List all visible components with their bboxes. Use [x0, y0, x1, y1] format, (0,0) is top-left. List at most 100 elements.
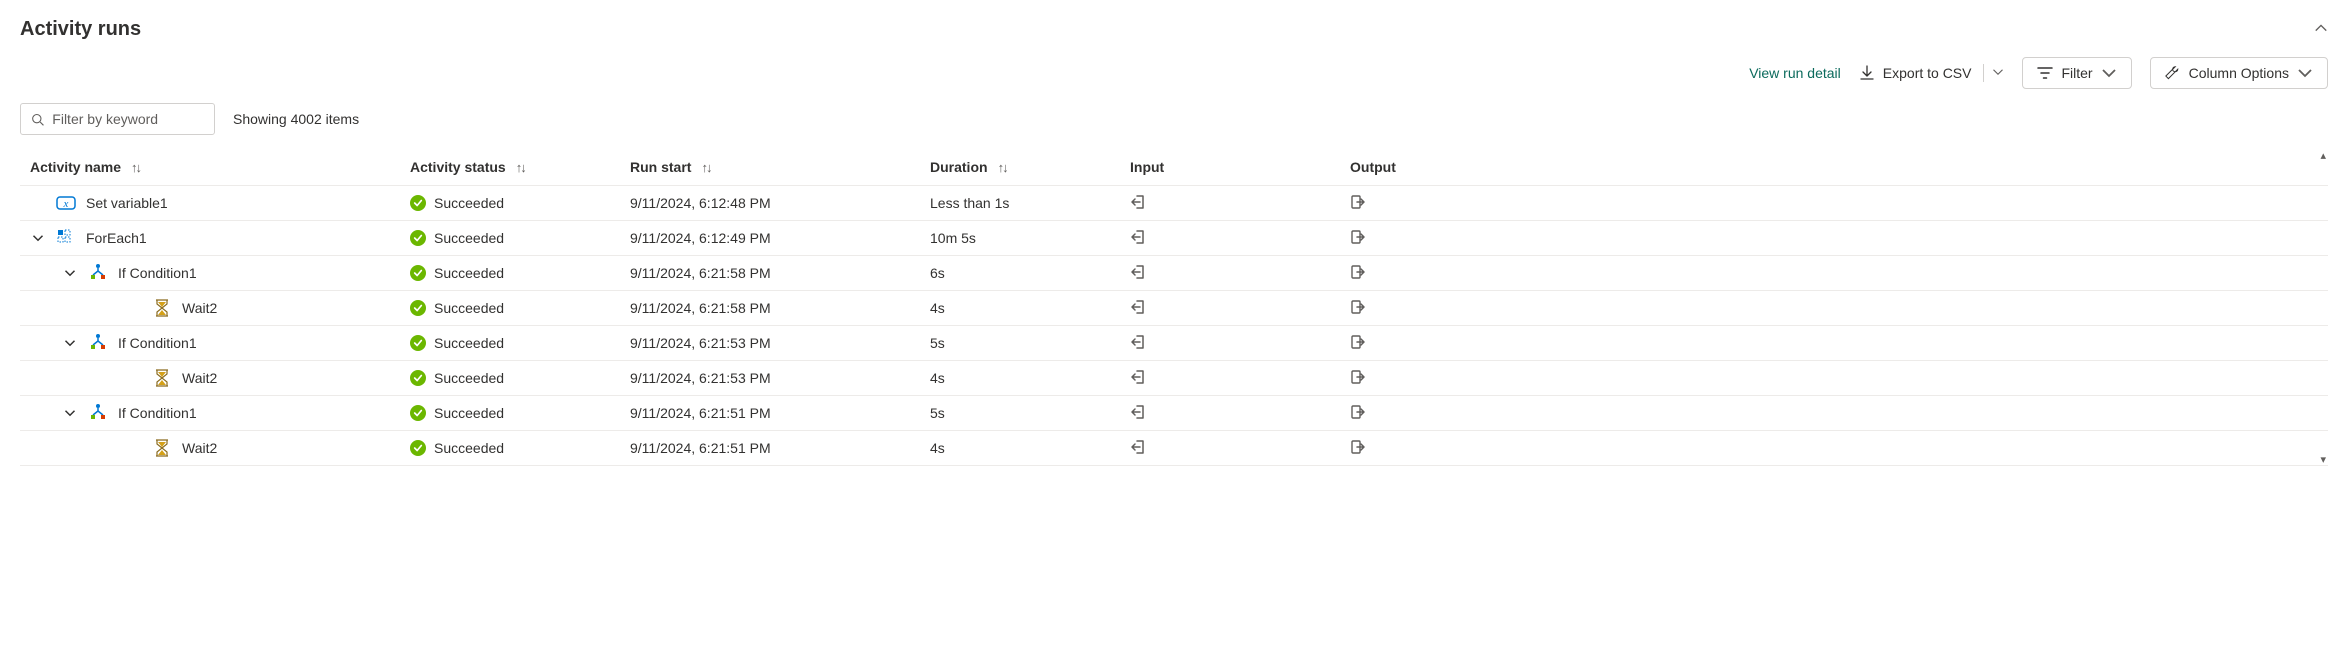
duration: 4s — [930, 370, 945, 386]
input-icon[interactable] — [1130, 229, 1146, 248]
expand-toggle-icon[interactable] — [62, 407, 78, 419]
scroll-down-icon[interactable]: ▾ — [2320, 453, 2326, 466]
table-row[interactable]: If Condition1Succeeded9/11/2024, 6:21:53… — [20, 326, 2328, 361]
run-start: 9/11/2024, 6:12:48 PM — [630, 195, 771, 211]
table-row[interactable]: ForEach1Succeeded9/11/2024, 6:12:49 PM10… — [20, 221, 2328, 256]
activity-name: If Condition1 — [118, 405, 197, 421]
variable-icon — [56, 193, 76, 213]
col-activity-name[interactable]: Activity name — [30, 159, 121, 175]
duration: 10m 5s — [930, 230, 976, 246]
success-icon — [410, 440, 426, 456]
col-output[interactable]: Output — [1350, 159, 1396, 175]
download-icon — [1859, 65, 1875, 81]
sort-icon[interactable]: ↑↓ — [131, 160, 140, 175]
col-duration[interactable]: Duration — [930, 159, 988, 175]
input-icon[interactable] — [1130, 439, 1146, 458]
input-icon[interactable] — [1130, 194, 1146, 213]
input-icon[interactable] — [1130, 299, 1146, 318]
output-icon[interactable] — [1350, 264, 1366, 283]
table-row[interactable]: If Condition1 Succeeded 9/11/2024, 6:21:51… — [20, 396, 2328, 431]
input-icon[interactable] — [1130, 334, 1146, 353]
filter-keyword-input[interactable] — [50, 110, 204, 128]
success-icon — [410, 370, 426, 386]
run-start: 9/11/2024, 6:21:58 PM — [630, 300, 771, 316]
view-run-detail-link[interactable]: View run detail — [1749, 65, 1841, 81]
status-text: Succeeded — [434, 405, 504, 421]
sort-icon[interactable]: ↑↓ — [701, 160, 710, 175]
item-count-label: Showing 4002 items — [233, 111, 359, 127]
input-icon[interactable] — [1130, 369, 1146, 388]
table-row[interactable]: Wait2 Succeeded 9/11/2024, 6:21:51 PM 4s — [20, 431, 2328, 466]
status-text: Succeeded — [434, 265, 504, 281]
input-icon[interactable] — [1130, 404, 1146, 423]
output-icon[interactable] — [1350, 404, 1366, 423]
foreach-icon — [56, 228, 76, 248]
table-row[interactable]: Wait2Succeeded9/11/2024, 6:21:58 PM4s — [20, 291, 2328, 326]
table-header: Activity name ↑↓ Activity status ↑↓ Run … — [20, 149, 2328, 186]
wrench-icon — [2165, 65, 2181, 81]
output-icon[interactable] — [1350, 334, 1366, 353]
activity-name: Set variable1 — [86, 195, 168, 211]
chevron-down-icon — [2101, 65, 2117, 81]
filter-icon — [2037, 65, 2053, 81]
col-input[interactable]: Input — [1130, 159, 1164, 175]
success-icon — [410, 335, 426, 351]
sort-icon[interactable]: ↑↓ — [998, 160, 1007, 175]
status-text: Succeeded — [434, 335, 504, 351]
if-condition-icon — [88, 333, 108, 353]
table-body: Set variable1 Succeeded 9/11/2024, 6:12:48… — [20, 186, 2328, 466]
scroll-up-icon[interactable]: ▴ — [2320, 149, 2326, 162]
run-start: 9/11/2024, 6:21:58 PM — [630, 265, 771, 281]
status-text: Succeeded — [434, 195, 504, 211]
success-icon — [410, 405, 426, 421]
activity-name: If Condition1 — [118, 265, 197, 281]
export-dropdown-chevron-icon[interactable] — [1992, 66, 2004, 81]
table-row[interactable]: If Condition1 Succeeded 9/11/2024, 6:21:58… — [20, 256, 2328, 291]
wait-icon — [152, 368, 172, 388]
success-icon — [410, 265, 426, 281]
output-icon[interactable] — [1350, 229, 1366, 248]
col-run-start[interactable]: Run start — [630, 159, 691, 175]
collapse-panel-icon[interactable] — [2314, 21, 2328, 38]
expand-toggle-icon[interactable] — [62, 337, 78, 349]
activity-name: Wait2 — [182, 440, 217, 456]
run-start: 9/11/2024, 6:21:53 PM — [630, 335, 771, 351]
run-start: 9/11/2024, 6:21:51 PM — [630, 405, 771, 421]
success-icon — [410, 195, 426, 211]
run-start: 9/11/2024, 6:21:51 PM — [630, 440, 771, 456]
duration: 4s — [930, 440, 945, 456]
output-icon[interactable] — [1350, 439, 1366, 458]
status-text: Succeeded — [434, 370, 504, 386]
export-to-csv-label: Export to CSV — [1883, 65, 1972, 81]
if-condition-icon — [88, 403, 108, 423]
output-icon[interactable] — [1350, 369, 1366, 388]
col-activity-status[interactable]: Activity status — [410, 159, 506, 175]
duration: 4s — [930, 300, 945, 316]
table-row[interactable]: Set variable1 Succeeded 9/11/2024, 6:12:48… — [20, 186, 2328, 221]
success-icon — [410, 230, 426, 246]
column-options-button[interactable]: Column Options — [2150, 57, 2328, 89]
expand-toggle-icon[interactable] — [30, 232, 46, 244]
status-text: Succeeded — [434, 230, 504, 246]
status-text: Succeeded — [434, 440, 504, 456]
output-icon[interactable] — [1350, 194, 1366, 213]
sort-icon[interactable]: ↑↓ — [516, 160, 525, 175]
page-title: Activity runs — [20, 18, 141, 41]
input-icon[interactable] — [1130, 264, 1146, 283]
duration: 5s — [930, 405, 945, 421]
if-condition-icon — [88, 263, 108, 283]
filter-label: Filter — [2061, 65, 2092, 81]
expand-toggle-icon[interactable] — [62, 267, 78, 279]
search-input-wrapper[interactable] — [20, 103, 215, 135]
search-icon — [31, 112, 44, 127]
wait-icon — [152, 438, 172, 458]
table-row[interactable]: Wait2Succeeded9/11/2024, 6:21:53 PM4s — [20, 361, 2328, 396]
output-icon[interactable] — [1350, 299, 1366, 318]
filter-button[interactable]: Filter — [2022, 57, 2131, 89]
duration: Less than 1s — [930, 195, 1009, 211]
duration: 5s — [930, 335, 945, 351]
run-start: 9/11/2024, 6:12:49 PM — [630, 230, 771, 246]
activity-name: Wait2 — [182, 370, 217, 386]
export-to-csv-button[interactable]: Export to CSV — [1859, 65, 1972, 81]
split-divider — [1983, 64, 1984, 82]
